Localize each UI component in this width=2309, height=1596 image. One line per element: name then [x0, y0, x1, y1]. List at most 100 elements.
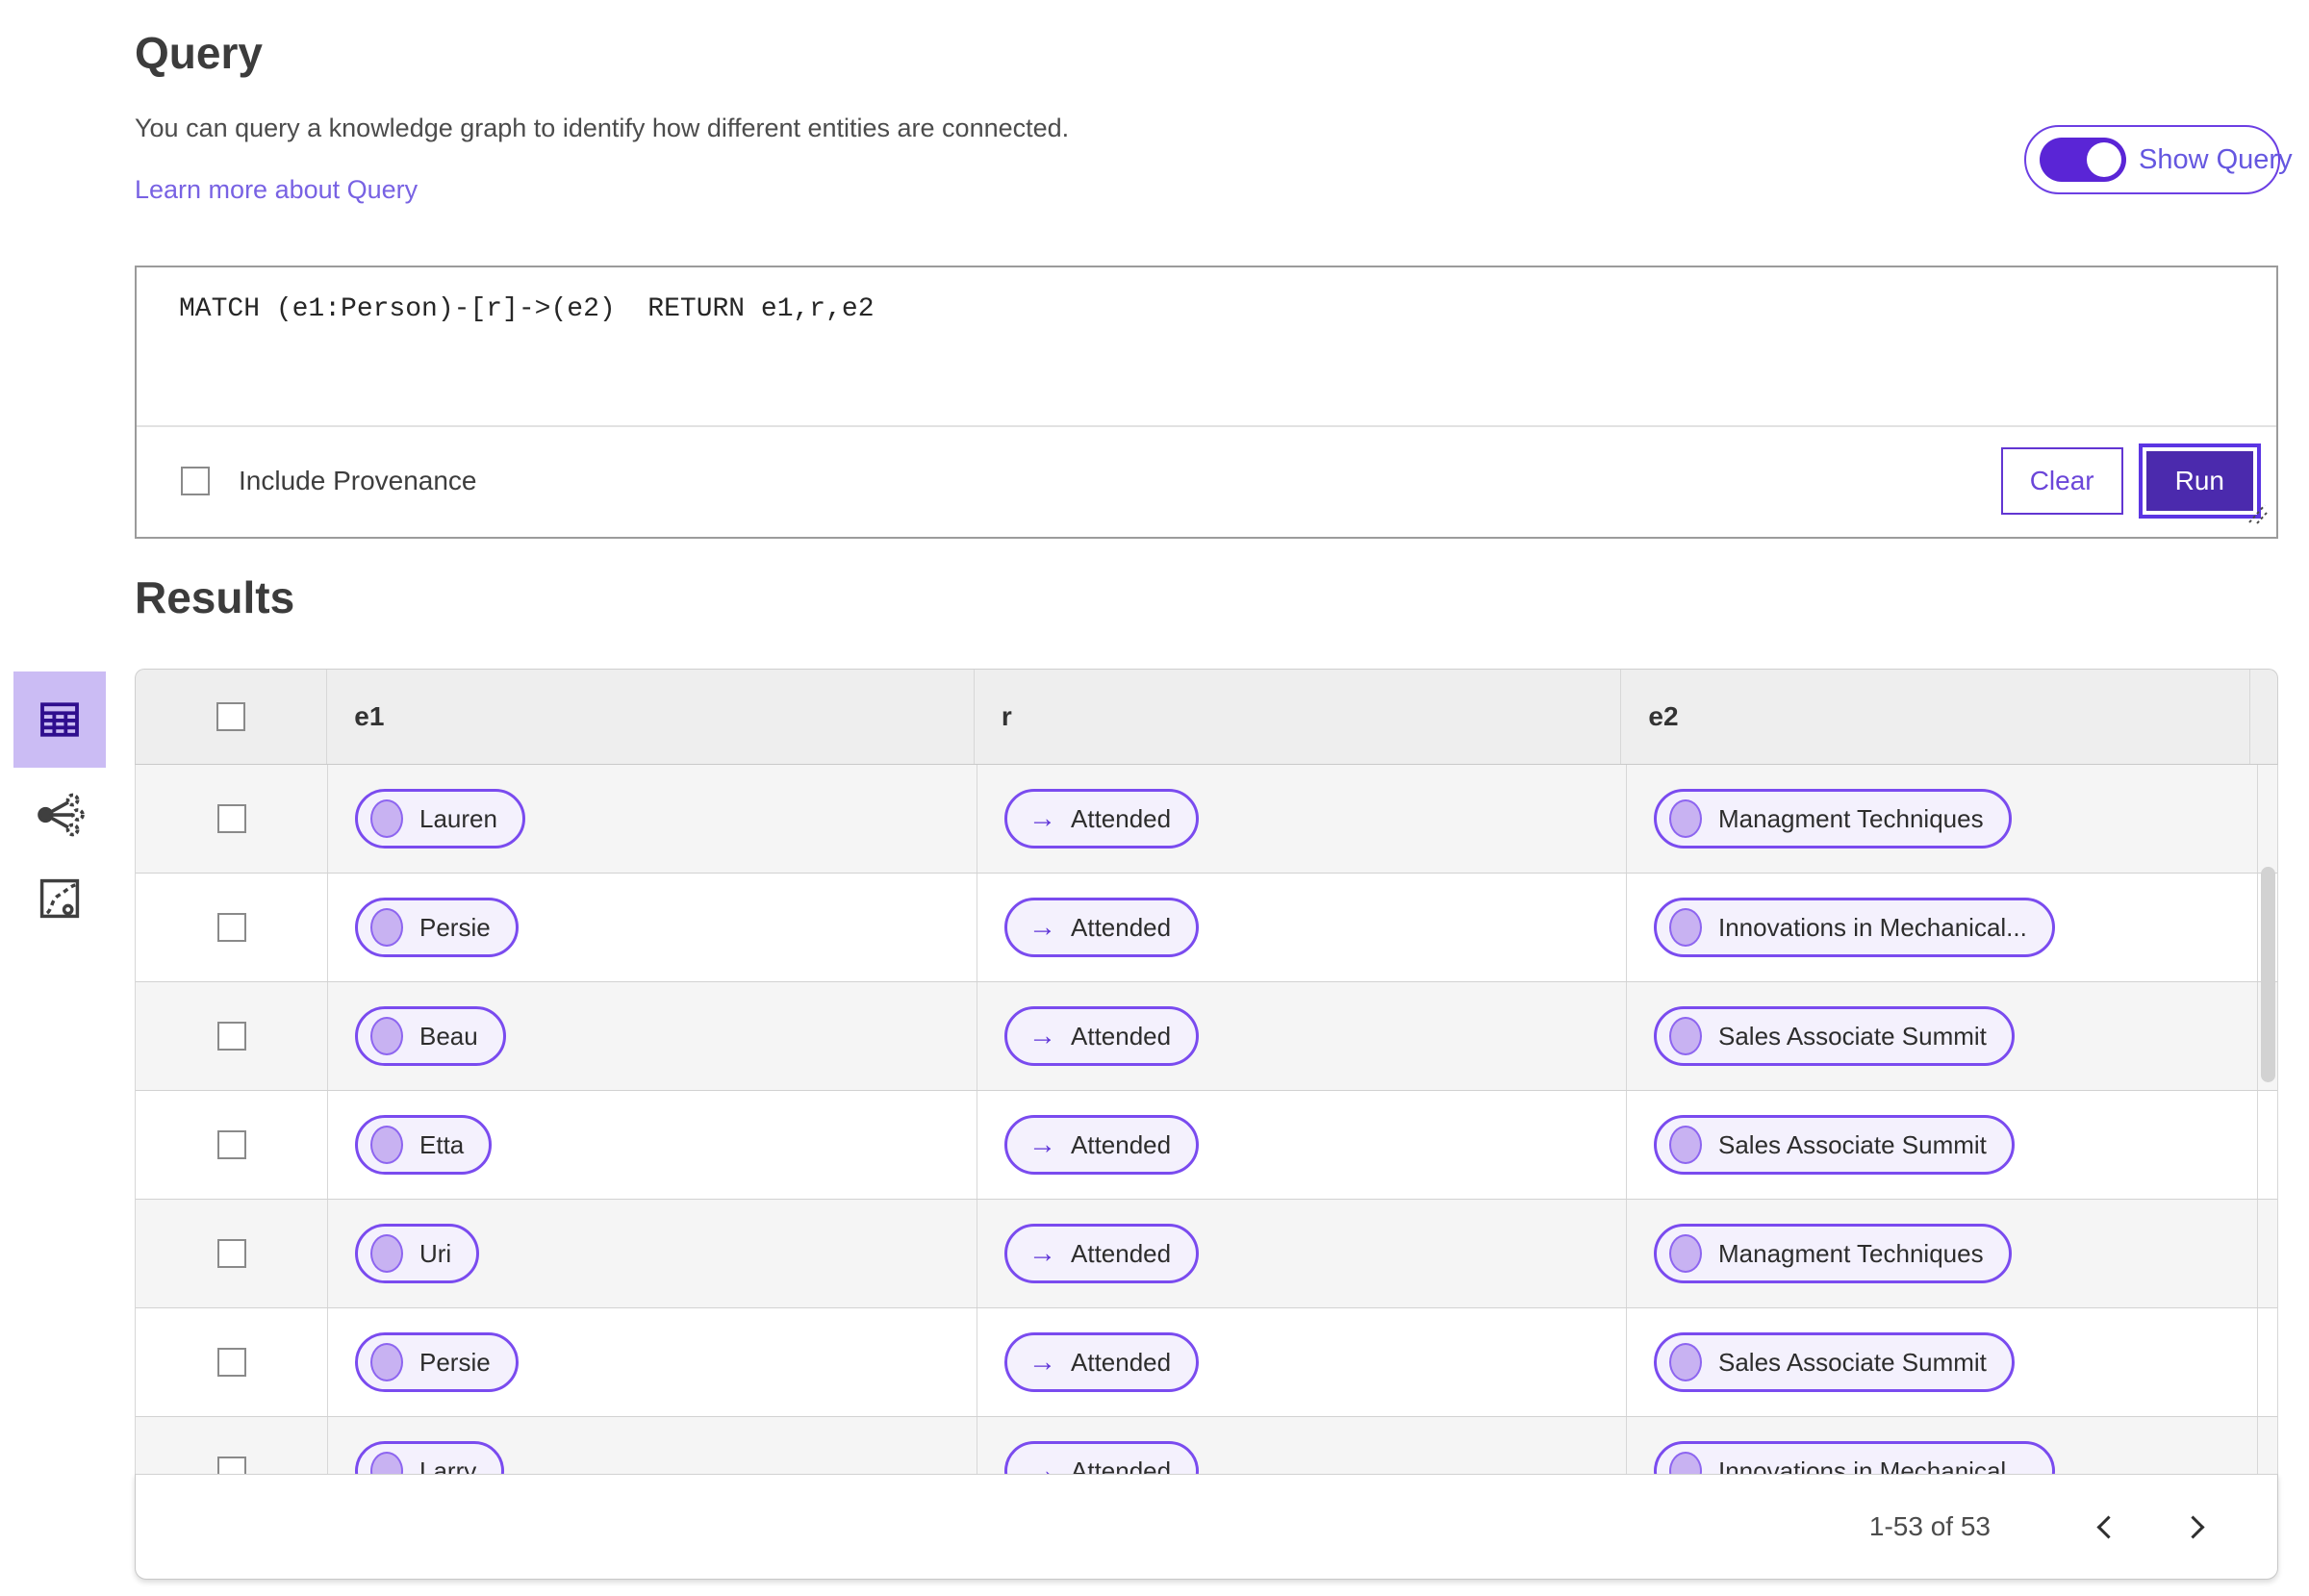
- entity-pill-e2[interactable]: Innovations in Mechanical...: [1654, 1441, 2055, 1474]
- table-view-icon: [40, 702, 79, 737]
- include-provenance-label: Include Provenance: [239, 466, 477, 495]
- entity-pill-e1[interactable]: Lauren: [355, 789, 525, 849]
- table-row: Larry → Attended Innovations in Mechanic…: [136, 1417, 2277, 1474]
- arrow-right-icon: →: [1028, 1237, 1056, 1269]
- learn-more-link[interactable]: Learn more about Query: [135, 175, 418, 205]
- row-checkbox[interactable]: [216, 1130, 246, 1159]
- entity-node-icon: [1669, 799, 1702, 838]
- entity-label: Innovations in Mechanical...: [1718, 912, 2027, 942]
- toggle-on-icon: [2040, 138, 2126, 182]
- row-scroll-gutter: [2258, 1417, 2277, 1474]
- row-checkbox[interactable]: [216, 1239, 246, 1268]
- arrow-right-icon: →: [1028, 802, 1056, 834]
- row-checkbox[interactable]: [216, 913, 246, 942]
- relation-label: Attended: [1071, 1456, 1172, 1475]
- entity-pill-e2[interactable]: Sales Associate Summit: [1654, 1332, 2015, 1392]
- entity-pill-e1[interactable]: Persie: [355, 1332, 519, 1392]
- table-row: Persie → Attended Innovations in Mechani…: [136, 874, 2277, 982]
- clear-button[interactable]: Clear: [2000, 447, 2123, 515]
- column-header-e2[interactable]: e2: [1621, 670, 2250, 764]
- entity-node-icon: [1669, 1452, 1702, 1474]
- entity-label: Lauren: [419, 803, 497, 833]
- table-row: Beau → Attended Sales Associate Summit: [136, 982, 2277, 1091]
- entity-pill-e1[interactable]: Persie: [355, 898, 519, 957]
- row-scroll-gutter: [2258, 1200, 2277, 1307]
- arrow-right-icon: →: [1028, 1455, 1056, 1474]
- previous-page-button[interactable]: [2083, 1505, 2127, 1549]
- entity-node-icon: [370, 1234, 403, 1273]
- entity-label: Larry: [419, 1456, 477, 1475]
- show-query-toggle[interactable]: Show Query: [2024, 125, 2293, 194]
- results-title: Results: [135, 572, 295, 622]
- relation-label: Attended: [1071, 1347, 1172, 1377]
- table-row: Lauren → Attended Managment Techniques: [136, 765, 2277, 874]
- entity-node-icon: [370, 1017, 403, 1055]
- entity-label: Uri: [419, 1238, 452, 1268]
- row-checkbox[interactable]: [216, 1457, 246, 1474]
- row-scroll-gutter: [2258, 1091, 2277, 1199]
- entity-node-icon: [1669, 1017, 1702, 1055]
- show-query-toggle-label: Show Query: [2139, 143, 2293, 175]
- network-view-icon: [38, 793, 85, 837]
- relation-pill[interactable]: → Attended: [1004, 1115, 1200, 1175]
- next-page-button[interactable]: [2173, 1505, 2218, 1549]
- relation-label: Attended: [1071, 803, 1172, 833]
- entity-label: Persie: [419, 912, 491, 942]
- view-rail-network-view[interactable]: [33, 787, 89, 843]
- vertical-scrollbar[interactable]: [2261, 867, 2275, 1082]
- table-row: Etta → Attended Sales Associate Summit: [136, 1091, 2277, 1200]
- table-header-row: e1 r e2: [135, 669, 2278, 765]
- entity-pill-e2[interactable]: Sales Associate Summit: [1654, 1006, 2015, 1066]
- resize-grip-icon[interactable]: [2236, 499, 2269, 531]
- entity-label: Sales Associate Summit: [1718, 1347, 1987, 1377]
- table-row: Uri → Attended Managment Techniques: [136, 1200, 2277, 1308]
- entity-pill-e2[interactable]: Sales Associate Summit: [1654, 1115, 2015, 1175]
- toggle-knob: [2087, 142, 2121, 177]
- row-scroll-gutter: [2258, 765, 2277, 873]
- entity-pill-e2[interactable]: Managment Techniques: [1654, 1224, 2012, 1283]
- entity-label: Sales Associate Summit: [1718, 1129, 1987, 1159]
- row-checkbox[interactable]: [216, 1348, 246, 1377]
- arrow-right-icon: →: [1028, 1020, 1056, 1051]
- relation-label: Attended: [1071, 1238, 1172, 1268]
- pagination-range: 1-53 of 53: [1868, 1511, 1991, 1541]
- relation-pill[interactable]: → Attended: [1004, 1006, 1200, 1066]
- entity-pill-e1[interactable]: Larry: [355, 1441, 505, 1475]
- view-rail-chart-view[interactable]: [35, 874, 85, 924]
- column-header-r[interactable]: r: [975, 670, 1622, 764]
- include-provenance-checkbox[interactable]: [181, 467, 210, 495]
- select-all-checkbox[interactable]: [216, 702, 246, 731]
- entity-pill-e2[interactable]: Managment Techniques: [1654, 789, 2012, 849]
- column-header-e1[interactable]: e1: [327, 670, 975, 764]
- entity-label: Managment Techniques: [1718, 1238, 1984, 1268]
- query-description: You can query a knowledge graph to ident…: [135, 114, 1070, 142]
- entity-node-icon: [370, 908, 403, 947]
- relation-label: Attended: [1071, 1129, 1172, 1159]
- table-body: Lauren → Attended Managment Techniques P…: [135, 765, 2278, 1474]
- table-row: Persie → Attended Sales Associate Summit: [136, 1308, 2277, 1417]
- relation-pill[interactable]: → Attended: [1004, 1332, 1200, 1392]
- row-checkbox[interactable]: [216, 1022, 246, 1051]
- chevron-right-icon: [2180, 1514, 2205, 1539]
- query-panel: MATCH (e1:Person)-[r]->(e2) RETURN e1,r,…: [135, 266, 2278, 539]
- query-panel-footer: Include Provenance Clear Run: [137, 427, 2276, 535]
- relation-pill[interactable]: → Attended: [1004, 1224, 1200, 1283]
- entity-pill-e1[interactable]: Beau: [355, 1006, 506, 1066]
- view-rail-table-view[interactable]: [13, 671, 106, 768]
- entity-label: Etta: [419, 1129, 465, 1159]
- entity-pill-e1[interactable]: Uri: [355, 1224, 480, 1283]
- relation-pill[interactable]: → Attended: [1004, 898, 1200, 957]
- row-checkbox[interactable]: [216, 804, 246, 833]
- arrow-right-icon: →: [1028, 1128, 1056, 1160]
- entity-node-icon: [370, 1452, 403, 1474]
- entity-pill-e2[interactable]: Innovations in Mechanical...: [1654, 898, 2055, 957]
- entity-node-icon: [370, 1126, 403, 1164]
- entity-pill-e1[interactable]: Etta: [355, 1115, 493, 1175]
- query-input[interactable]: MATCH (e1:Person)-[r]->(e2) RETURN e1,r,…: [137, 267, 2276, 427]
- table-footer: 1-53 of 53: [135, 1474, 2278, 1580]
- relation-pill[interactable]: → Attended: [1004, 789, 1200, 849]
- arrow-right-icon: →: [1028, 911, 1056, 943]
- arrow-right-icon: →: [1028, 1346, 1056, 1378]
- relation-pill[interactable]: → Attended: [1004, 1441, 1200, 1475]
- chart-view-icon: [39, 878, 80, 919]
